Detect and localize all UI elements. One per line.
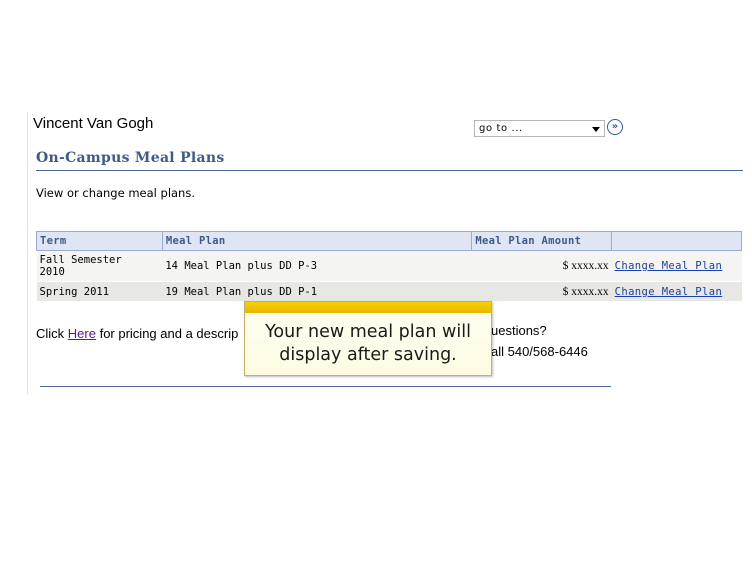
dropdown-arrow-icon (592, 127, 600, 132)
meal-plan-cell: 14 Meal Plan plus DD P-3 (162, 250, 472, 282)
left-border-rule (27, 112, 28, 394)
double-chevron-right-icon[interactable]: » (607, 119, 623, 135)
table-row: Fall Semester 2010 14 Meal Plan plus DD P… (36, 250, 742, 282)
phone-text: all 540/568-6446 (491, 344, 588, 359)
change-meal-plan-cell: Change Meal Plan (611, 281, 742, 302)
change-meal-plan-link[interactable]: Change Meal Plan (615, 260, 723, 272)
goto-select-value: go to ... (479, 123, 523, 134)
pricing-text: Click Here for pricing and a descrip (36, 326, 239, 341)
goto-select[interactable]: go to ... (474, 120, 605, 137)
user-name: Vincent Van Gogh (33, 115, 154, 132)
column-header-amount: Meal Plan Amount (471, 231, 613, 251)
column-header-action (611, 231, 742, 251)
intro-text: View or change meal plans. (36, 186, 195, 200)
amount-cell: $ xxxx.xx (471, 281, 612, 302)
table-row: Spring 2011 19 Meal Plan plus DD P-1 $ x… (36, 281, 742, 302)
column-header-meal-plan: Meal Plan (161, 231, 473, 251)
info-callout: Your new meal plan will display after sa… (244, 301, 492, 376)
meal-plan-cell: 19 Meal Plan plus DD P-1 (162, 281, 472, 302)
page-title: On-Campus Meal Plans (36, 150, 225, 166)
column-header-term: Term (36, 231, 163, 251)
change-meal-plan-link[interactable]: Change Meal Plan (615, 286, 723, 298)
title-divider (36, 170, 743, 171)
term-cell: Fall Semester 2010 (36, 250, 163, 282)
pricing-here-link[interactable]: Here (68, 326, 96, 341)
meal-plans-table: Term Meal Plan Meal Plan Amount Fall Sem… (36, 231, 742, 302)
amount-cell: $ xxxx.xx (471, 250, 612, 282)
questions-text: uestions? (491, 323, 547, 338)
callout-header-bar (245, 302, 491, 313)
bottom-divider (40, 386, 611, 387)
change-meal-plan-cell: Change Meal Plan (611, 250, 742, 282)
callout-text: Your new meal plan will display after sa… (265, 322, 471, 365)
term-cell: Spring 2011 (36, 281, 163, 302)
